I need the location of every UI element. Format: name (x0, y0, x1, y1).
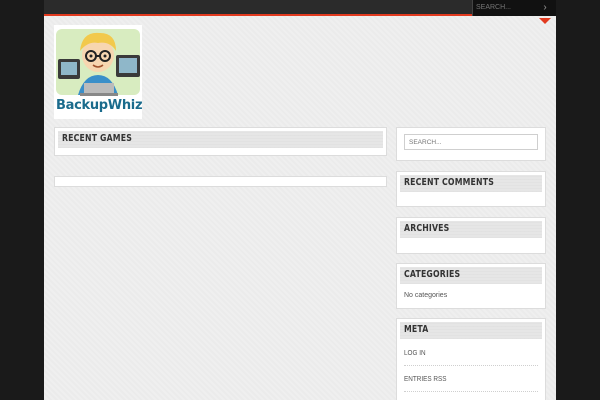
recent-comments-header: RECENT COMMENTS (400, 175, 542, 192)
meta-widget: META LOG IN ENTRIES RSS (396, 318, 546, 400)
meta-header: META (400, 322, 542, 339)
recent-games-widget: RECENT GAMES (54, 127, 387, 156)
header-search[interactable]: › (472, 0, 556, 16)
site-logo[interactable]: BackupWhiz (54, 25, 143, 119)
categories-title: CATEGORIES (404, 269, 461, 280)
recent-comments-widget: RECENT COMMENTS (396, 171, 546, 207)
header-search-input[interactable] (476, 1, 540, 13)
archives-title: ARCHIVES (404, 223, 450, 234)
recent-games-header: RECENT GAMES (58, 131, 383, 148)
logo-text: BackupWhiz (56, 98, 143, 113)
archives-header: ARCHIVES (400, 221, 542, 238)
sidebar-search-input[interactable] (404, 134, 538, 150)
categories-widget: CATEGORIES No categories (396, 263, 546, 309)
recent-comments-title: RECENT COMMENTS (404, 177, 494, 188)
recent-games-title: RECENT GAMES (62, 133, 132, 144)
categories-header: CATEGORIES (400, 267, 542, 284)
chevron-right-icon[interactable]: › (540, 2, 550, 14)
archives-widget: ARCHIVES (396, 217, 546, 254)
categories-empty-text: No categories (404, 292, 448, 299)
meta-link-entries-rss[interactable]: ENTRIES RSS (404, 374, 447, 383)
meta-link-log-in[interactable]: LOG IN (404, 348, 426, 357)
meta-divider (404, 365, 538, 366)
red-notch-decoration (539, 18, 551, 24)
meta-divider (404, 391, 538, 392)
meta-title: META (404, 324, 429, 335)
content-box (54, 176, 387, 187)
